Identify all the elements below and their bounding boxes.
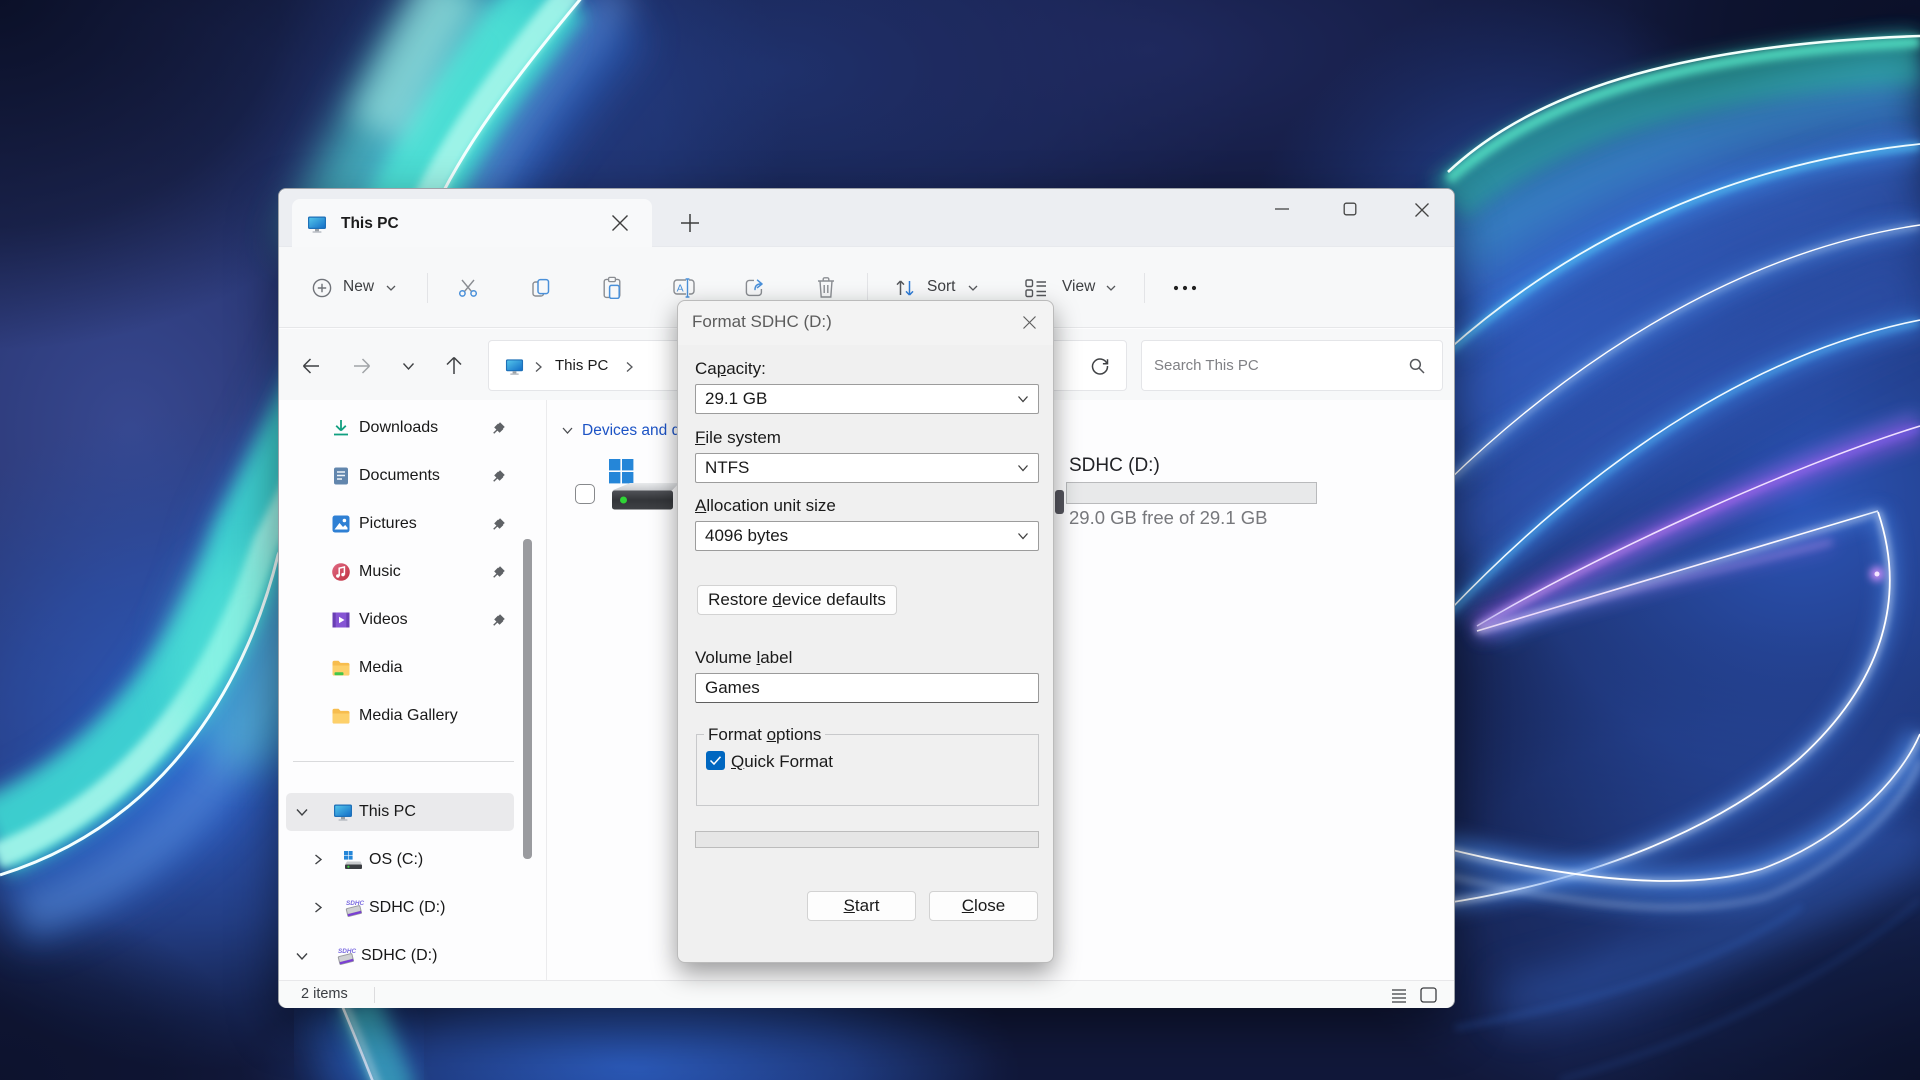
svg-text:SDHC: SDHC	[338, 948, 356, 955]
svg-text:A: A	[677, 283, 684, 295]
svg-text:SDHC: SDHC	[346, 900, 364, 907]
